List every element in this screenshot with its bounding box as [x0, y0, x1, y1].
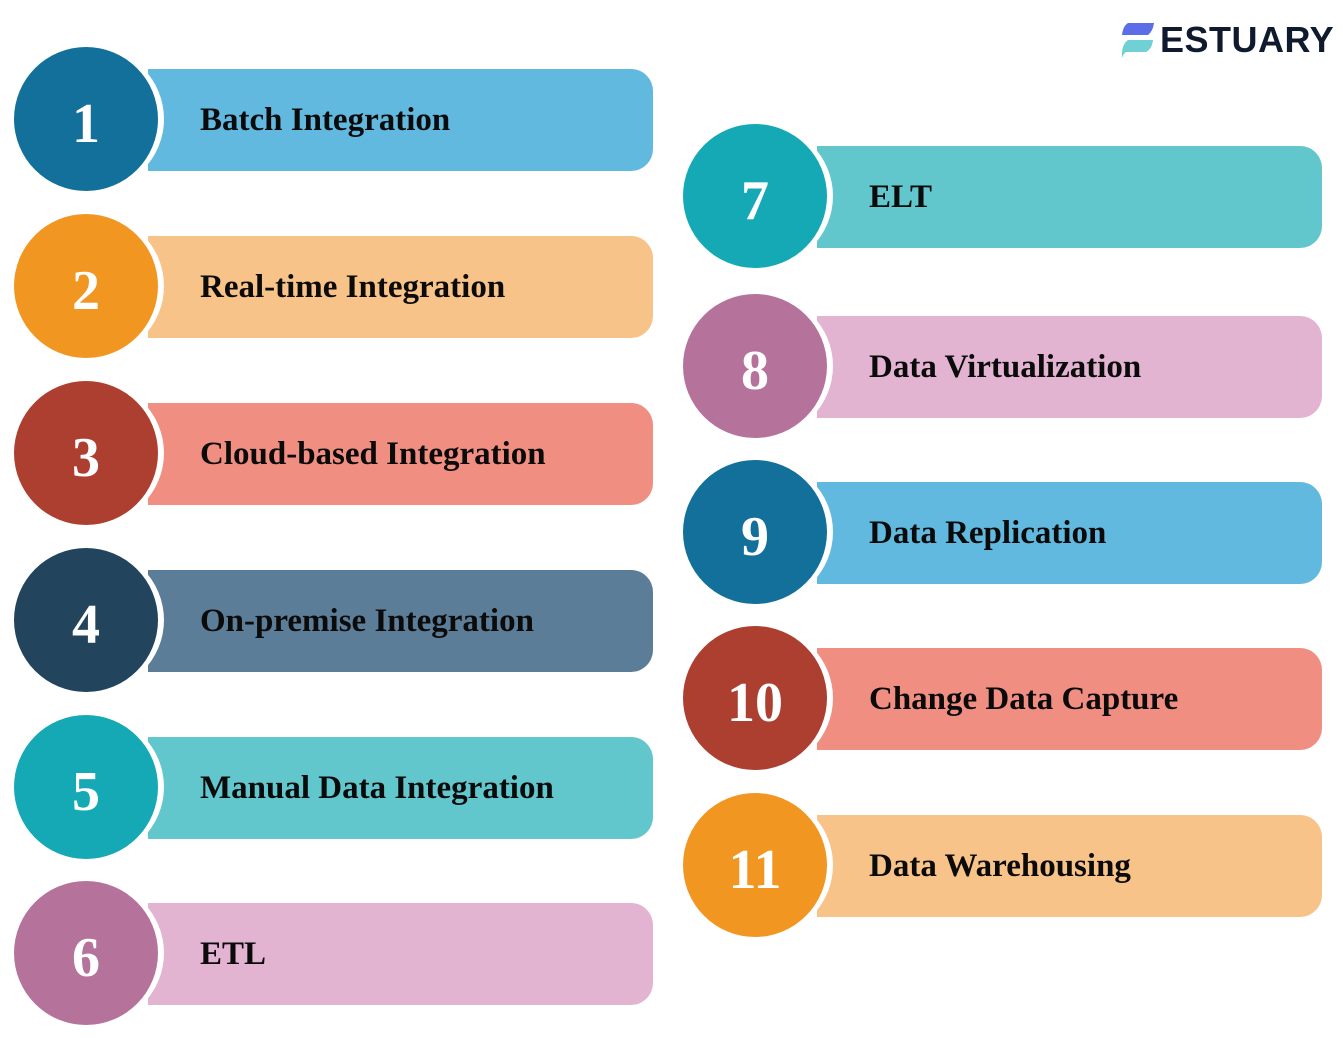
item-number: 3: [72, 427, 100, 489]
item-label: Batch Integration: [200, 102, 451, 138]
item-label: Data Warehousing: [869, 848, 1131, 884]
item-label: Change Data Capture: [869, 681, 1179, 717]
item-number: 7: [741, 170, 769, 232]
number-badge: 5: [14, 715, 158, 859]
estuary-logo-icon: [1120, 21, 1156, 59]
item-bar: Data Replication: [817, 482, 1322, 584]
list-item: Data Warehousing 11: [683, 793, 1323, 939]
item-number: 1: [72, 93, 100, 155]
list-item: ETL 6: [14, 881, 654, 1027]
item-bar: Data Virtualization: [817, 316, 1322, 418]
item-bar: On-premise Integration: [148, 570, 653, 672]
number-badge: 4: [14, 548, 158, 692]
number-badge: 2: [14, 214, 158, 358]
number-badge: 1: [14, 47, 158, 191]
item-bar: Change Data Capture: [817, 648, 1322, 750]
item-label: Real-time Integration: [200, 269, 506, 305]
item-label: ELT: [869, 179, 933, 215]
item-number: 5: [72, 761, 100, 823]
list-item: Batch Integration 1: [14, 47, 654, 193]
list-item: On-premise Integration 4: [14, 548, 654, 694]
number-badge: 3: [14, 381, 158, 525]
item-bar: ELT: [817, 146, 1322, 248]
list-item: Change Data Capture 10: [683, 626, 1323, 772]
item-bar: Data Warehousing: [817, 815, 1322, 917]
number-badge: 9: [683, 460, 827, 604]
item-number: 10: [727, 672, 783, 734]
estuary-logo: ESTUARY: [1120, 18, 1334, 62]
item-label: ETL: [200, 936, 267, 972]
item-bar: Manual Data Integration: [148, 737, 653, 839]
item-label: Cloud-based Integration: [200, 436, 546, 472]
item-bar: Cloud-based Integration: [148, 403, 653, 505]
item-number: 6: [72, 927, 100, 989]
brand-name: ESTUARY: [1160, 19, 1335, 60]
number-badge: 11: [683, 793, 827, 937]
item-number: 8: [741, 340, 769, 402]
item-number: 9: [741, 506, 769, 568]
item-bar: ETL: [148, 903, 653, 1005]
item-bar: Batch Integration: [148, 69, 653, 171]
list-item: Manual Data Integration 5: [14, 715, 654, 861]
list-item: Data Virtualization 8: [683, 294, 1323, 440]
number-badge: 10: [683, 626, 827, 770]
item-number: 4: [72, 594, 100, 656]
list-item: Real-time Integration 2: [14, 214, 654, 360]
number-badge: 7: [683, 124, 827, 268]
number-badge: 6: [14, 881, 158, 1025]
item-label: Manual Data Integration: [200, 770, 554, 806]
item-label: Data Replication: [869, 515, 1107, 551]
item-bar: Real-time Integration: [148, 236, 653, 338]
list-item: ELT 7: [683, 124, 1323, 270]
number-badge: 8: [683, 294, 827, 438]
item-label: Data Virtualization: [869, 349, 1142, 385]
item-number: 11: [728, 839, 782, 901]
item-label: On-premise Integration: [200, 603, 534, 639]
list-item: Cloud-based Integration 3: [14, 381, 654, 527]
list-item: Data Replication 9: [683, 460, 1323, 606]
item-number: 2: [72, 260, 100, 322]
